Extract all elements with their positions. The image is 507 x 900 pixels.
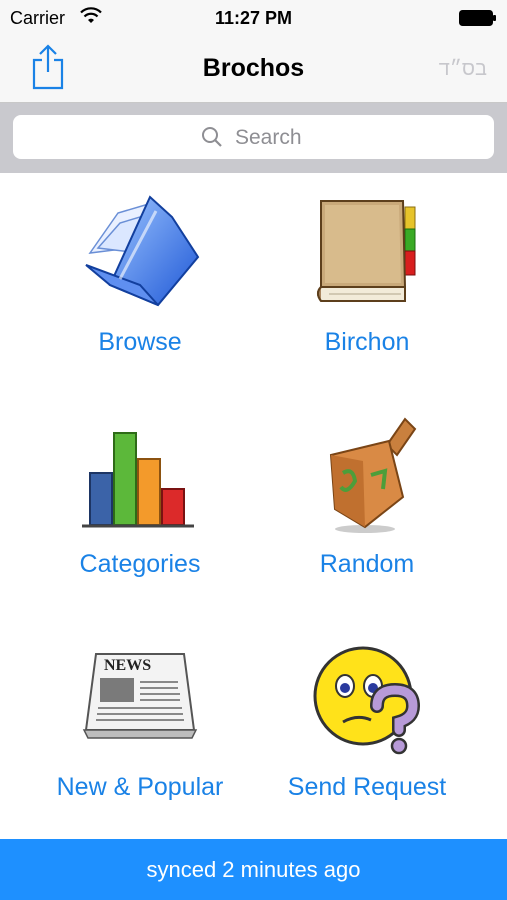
newspaper-icon: NEWS (82, 653, 198, 739)
menu-item-send-request[interactable]: Send Request (240, 618, 494, 840)
folder-icon (85, 195, 200, 307)
menu-label-birchon: Birchon (324, 328, 410, 356)
svg-text:NEWS: NEWS (104, 657, 151, 674)
book-icon (317, 200, 416, 302)
sync-status-bar: synced 2 minutes ago (0, 839, 507, 900)
menu-item-random[interactable]: Random (240, 395, 494, 617)
battery-icon (459, 10, 496, 26)
menu-label-send-request: Send Request (287, 773, 447, 801)
search-area (0, 103, 507, 173)
dreidel-icon (329, 417, 417, 533)
clock: 11:27 PM (214, 8, 293, 28)
bar-chart-icon (82, 432, 194, 528)
sync-status-text: synced 2 minutes ago (146, 857, 361, 882)
menu-item-birchon[interactable]: Birchon (240, 173, 494, 395)
status-bar: Carrier 11:27 PM (0, 0, 507, 36)
menu-item-new-popular[interactable]: NEWS New & Popular (13, 618, 267, 840)
page-title: Brochos (202, 54, 305, 82)
navigation-bar: Brochos בס״ד (0, 36, 507, 103)
search-box[interactable] (13, 115, 494, 159)
menu-label-new-popular: New & Popular (56, 773, 224, 801)
bsd-label: בס״ד (438, 58, 487, 80)
menu-label-categories: Categories (79, 550, 201, 578)
menu-label-browse: Browse (98, 328, 182, 356)
menu-grid: Browse Birchon Categories Random NEWS Ne… (0, 173, 507, 839)
menu-item-browse[interactable]: Browse (13, 173, 267, 395)
menu-item-categories[interactable]: Categories (13, 395, 267, 617)
search-input[interactable] (233, 121, 487, 155)
question-face-icon (313, 646, 421, 755)
menu-label-random: Random (319, 550, 415, 578)
search-icon (202, 127, 222, 147)
